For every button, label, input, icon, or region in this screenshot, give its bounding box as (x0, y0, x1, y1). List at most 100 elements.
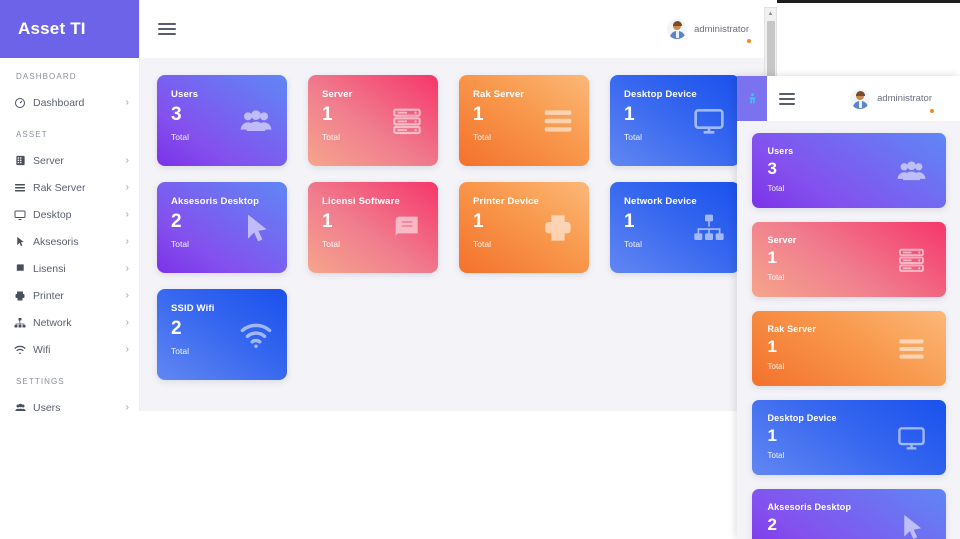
server-stack-icon (895, 245, 928, 274)
sidebar-item-users[interactable]: Users › (0, 394, 139, 411)
stat-card-users[interactable]: Users 3 Total (157, 75, 287, 166)
card-count: 1 (767, 426, 777, 445)
stat-card-rak-server[interactable]: Rak Server 1 Total (751, 311, 946, 386)
book-icon (12, 262, 28, 276)
stat-card-aksesoris-desktop[interactable]: Aksesoris Desktop 2 Total (751, 489, 946, 539)
stat-card-server[interactable]: Server 1 Total (308, 75, 438, 166)
sidebar-item-rak-server[interactable]: Rak Server › (0, 174, 139, 201)
user-menu[interactable]: administrator (850, 88, 934, 113)
card-total-label: Total (171, 346, 189, 356)
sidebar-item-wifi[interactable]: Wifi › (0, 336, 139, 363)
card-count: 1 (767, 248, 777, 267)
card-title: Users (767, 146, 794, 156)
card-count: 1 (473, 104, 484, 125)
monitor-icon (895, 423, 928, 452)
card-title: Aksesoris Desktop (767, 502, 852, 512)
sidebar-item-printer[interactable]: Printer › (0, 282, 139, 309)
screen: Asset TI DASHBOARD Dashboard › ASSET Ser… (0, 0, 960, 539)
sidebar-item-label: Aksesoris (33, 235, 79, 248)
stat-card-server[interactable]: Server 1 Total (751, 222, 946, 297)
stat-card-aksesoris-desktop[interactable]: Aksesoris Desktop 2 Total (157, 182, 287, 273)
card-title: Rak Server (767, 324, 817, 334)
card-total-label: Total (767, 451, 785, 460)
card-total-label: Total (767, 184, 785, 193)
brand-logo-icon (746, 92, 759, 105)
card-total-label: Total (171, 132, 189, 142)
brand-header[interactable]: Asset TI (0, 0, 139, 58)
chevron-right-icon: › (125, 181, 129, 193)
card-count: 1 (767, 337, 777, 356)
stat-card-ssid-wifi[interactable]: SSID Wifi 2 Total (157, 289, 287, 380)
card-title: Desktop Device (624, 89, 697, 100)
sidebar-item-network[interactable]: Network › (0, 309, 139, 336)
rack-icon (12, 181, 28, 195)
monitor-icon (691, 105, 727, 137)
stat-card-grid: Users 3 Total Server 1 Total Rak Server … (157, 75, 777, 396)
chevron-right-icon: › (125, 154, 129, 166)
responsive-dashboard-content: Users 3 Total Server 1 Total Rak Server … (737, 121, 960, 539)
card-total-label: Total (624, 132, 642, 142)
wifi-icon (238, 319, 274, 351)
sidebar-item-label: Printer (33, 289, 64, 302)
card-title: Server (767, 235, 797, 245)
card-count: 1 (473, 211, 484, 232)
stat-card-users[interactable]: Users 3 Total (751, 133, 946, 208)
stat-card-network-device[interactable]: Network Device 1 Total (610, 182, 740, 273)
stat-card-printer-device[interactable]: Printer Device 1 Total (459, 182, 589, 273)
card-count: 1 (322, 104, 333, 125)
brand-title: Asset TI (18, 19, 86, 38)
sidebar: Asset TI DASHBOARD Dashboard › ASSET Ser… (0, 0, 140, 411)
card-count: 1 (624, 211, 635, 232)
card-title: SSID Wifi (171, 303, 215, 314)
card-title: Server (322, 89, 353, 100)
chevron-right-icon: › (125, 401, 129, 411)
card-total-label: Total (322, 239, 340, 249)
rack-bars-icon (540, 105, 576, 137)
sidebar-item-lisensi[interactable]: Lisensi › (0, 255, 139, 282)
stat-card-desktop-device[interactable]: Desktop Device 1 Total (751, 400, 946, 475)
users-group-icon (895, 156, 928, 185)
chevron-right-icon: › (125, 96, 129, 108)
user-name: administrator (694, 23, 749, 35)
avatar (850, 88, 871, 109)
card-title: Desktop Device (767, 413, 837, 423)
chevron-right-icon: › (125, 208, 129, 220)
users-group-icon (238, 105, 274, 137)
scrollbar-thumb[interactable] (767, 21, 775, 77)
book-icon (389, 212, 425, 244)
main-window: Asset TI DASHBOARD Dashboard › ASSET Ser… (0, 0, 777, 411)
wifi-icon (12, 343, 28, 357)
sidebar-item-label: Server (33, 154, 64, 167)
card-count: 2 (767, 515, 777, 534)
card-total-label: Total (473, 239, 491, 249)
hamburger-icon[interactable] (158, 20, 176, 38)
sidebar-item-aksesoris[interactable]: Aksesoris › (0, 228, 139, 255)
vertical-scrollbar[interactable]: ▲ (764, 7, 777, 79)
card-total-label: Total (767, 362, 785, 371)
server-stack-icon (389, 105, 425, 137)
hamburger-icon[interactable] (779, 90, 795, 108)
monitor-icon (12, 208, 28, 222)
sidebar-item-dashboard[interactable]: Dashboard › (0, 89, 139, 116)
sidebar-item-server[interactable]: Server › (0, 147, 139, 174)
stat-card-desktop-device[interactable]: Desktop Device 1 Total (610, 75, 740, 166)
sidebar-item-label: Network (33, 316, 72, 329)
cursor-icon (12, 235, 28, 249)
scroll-up-arrow-icon[interactable]: ▲ (765, 8, 776, 20)
card-title: Printer Device (473, 196, 539, 207)
card-count: 2 (171, 318, 182, 339)
chevron-right-icon: › (125, 343, 129, 355)
stat-card-licensi-software[interactable]: Licensi Software 1 Total (308, 182, 438, 273)
card-title: Rak Server (473, 89, 525, 100)
card-total-label: Total (624, 239, 642, 249)
stat-card-rak-server[interactable]: Rak Server 1 Total (459, 75, 589, 166)
sidebar-section-settings: SETTINGS (16, 377, 65, 386)
sidebar-item-label: Users (33, 401, 61, 412)
sidebar-item-desktop[interactable]: Desktop › (0, 201, 139, 228)
sidebar-section-dashboard: DASHBOARD (16, 72, 77, 81)
sidebar-item-label: Lisensi (33, 262, 66, 275)
card-title: Network Device (624, 196, 697, 207)
collapsed-sidebar[interactable] (737, 76, 767, 121)
user-menu[interactable]: administrator (667, 19, 751, 43)
sidebar-item-label: Desktop (33, 208, 72, 221)
